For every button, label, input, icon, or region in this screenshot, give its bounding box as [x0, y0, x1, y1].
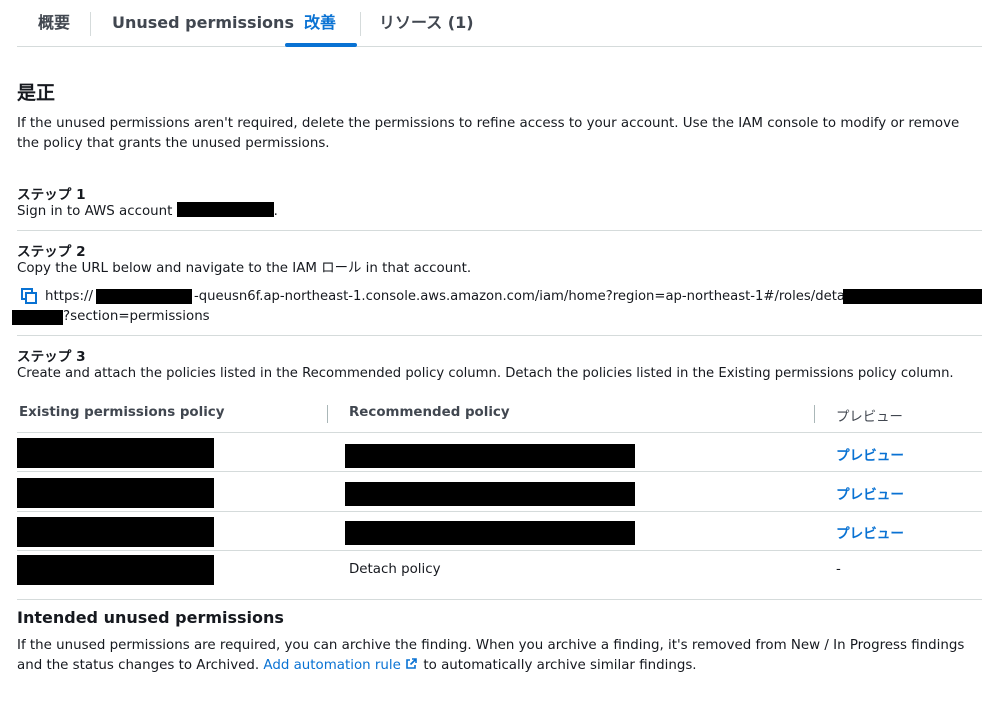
recommended-policy-text: Detach policy: [349, 562, 441, 577]
column-header-preview: プレビュー: [836, 410, 903, 425]
add-automation-rule-link[interactable]: Add automation rule: [263, 658, 400, 673]
step2-title: ステップ 2: [17, 244, 86, 260]
url-middle: -queusn6f.ap-northeast-1.console.aws.ama…: [194, 289, 864, 304]
step1-text-suffix: .: [273, 204, 278, 219]
tab-overview[interactable]: 概要: [38, 0, 70, 46]
intended-title: Intended unused permissions: [17, 608, 284, 627]
column-separator: [327, 405, 328, 423]
divider: [17, 335, 982, 336]
divider: [17, 230, 982, 231]
copy-icon[interactable]: [21, 288, 37, 304]
preview-none: -: [836, 562, 841, 577]
preview-link[interactable]: プレビュー: [836, 483, 904, 503]
active-tab-indicator: [285, 43, 357, 47]
remediation-intro: If the unused permissions aren't require…: [17, 116, 960, 151]
intended-text: If the unused permissions are required, …: [17, 636, 982, 676]
step1-text: Sign in to AWS account .: [17, 202, 278, 222]
row-divider: [17, 471, 982, 472]
table-header-divider: [17, 432, 982, 433]
tab-resources[interactable]: リソース (1): [379, 0, 474, 46]
redacted-role-name: [843, 289, 982, 304]
external-link-icon: [405, 657, 419, 669]
url-suffix: ?section=permissions: [63, 309, 210, 324]
redacted-recommended-policy: [345, 482, 635, 506]
redacted-account-id: [176, 202, 274, 217]
redacted-recommended-policy: [345, 521, 635, 545]
redacted-existing-policy: [17, 555, 214, 585]
column-header-recommended: Recommended policy: [349, 405, 510, 420]
redacted-recommended-policy: [345, 444, 635, 468]
tab-bar: 概要 Unused permissions 改善 リソース (1): [17, 0, 982, 47]
column-header-existing: Existing permissions policy: [19, 405, 225, 420]
redacted-url-part: [96, 289, 192, 304]
tab-separator: [90, 12, 91, 36]
role-url-line1: https://: [45, 287, 93, 307]
intended-text-after: to automatically archive similar finding…: [423, 658, 697, 673]
step1-title: ステップ 1: [17, 187, 86, 203]
row-divider: [17, 550, 982, 551]
step1-text-prefix: Sign in to AWS account: [17, 204, 173, 219]
redacted-role-name-cont: [12, 310, 63, 325]
tab-remediation[interactable]: 改善: [304, 0, 336, 46]
redacted-existing-policy: [17, 517, 214, 547]
section-title: 是正: [17, 82, 56, 104]
column-separator: [814, 405, 815, 423]
redacted-existing-policy: [17, 438, 214, 468]
table-bottom-divider: [17, 599, 982, 600]
tab-unused-permissions[interactable]: Unused permissions: [112, 0, 294, 46]
redacted-existing-policy: [17, 478, 214, 508]
step3-text: Create and attach the policies listed in…: [17, 366, 954, 381]
preview-link[interactable]: プレビュー: [836, 522, 904, 542]
preview-link[interactable]: プレビュー: [836, 444, 904, 464]
url-prefix: https://: [45, 289, 93, 304]
tab-separator: [360, 12, 361, 36]
step3-title: ステップ 3: [17, 349, 86, 365]
step2-text: Copy the URL below and navigate to the I…: [17, 261, 472, 276]
row-divider: [17, 511, 982, 512]
